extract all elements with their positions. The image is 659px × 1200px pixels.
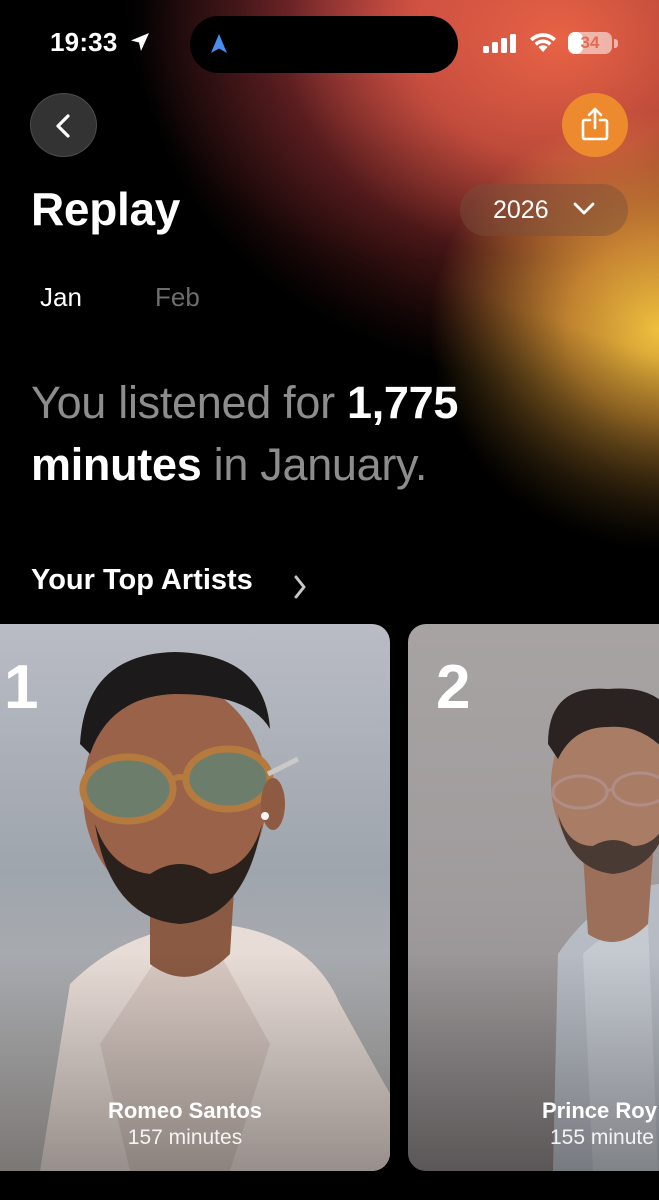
artist-minutes: 157 minutes [127,1126,243,1149]
summary-text-1: You listened for [31,377,347,428]
year-picker[interactable]: 2026 [460,184,628,236]
navigation-icon [211,34,227,53]
location-arrow-icon [131,33,149,51]
share-icon [581,107,609,141]
artist-name: Prince Roy [542,1098,657,1123]
artist-name: Romeo Santos [107,1098,263,1123]
page-title: Replay [31,183,181,235]
share-button[interactable] [562,93,628,157]
wifi-icon [530,33,556,52]
dynamic-island[interactable] [190,16,458,73]
cellular-signal-icon [483,34,516,53]
battery-icon: 34 [568,32,612,54]
summary-minutes: 1,775 [346,377,459,428]
artist-card[interactable]: 2 Prince Roy 155 minute [408,624,659,1171]
chevron-right-icon [294,575,306,599]
back-button[interactable] [30,93,97,157]
tab-feb[interactable]: Feb [155,282,200,313]
artist-rank: 2 [436,653,471,722]
battery-percent: 34 [580,33,600,52]
tab-jan[interactable]: Jan [40,282,82,313]
summary-unit: minutes [31,439,202,490]
replay-screen: 19:33 34 Replay 2026 Jan Feb You listene… [0,0,659,1200]
summary-text-2: in January. [201,439,428,490]
battery-cap [614,39,618,48]
chevron-left-icon [56,114,70,138]
year-label: 2026 [493,196,549,224]
artist-card[interactable]: 1 Romeo Santos 157 minutes [0,624,390,1171]
status-time: 19:33 [50,27,118,57]
top-artists-link[interactable]: Your Top Artists [31,564,306,604]
artist-minutes: 155 minute [550,1126,654,1149]
artist-rank: 1 [4,653,39,722]
chevron-down-icon [573,202,595,215]
section-title: Your Top Artists [31,564,253,596]
listening-summary: You listened for 1,775 minutes in January… [31,372,591,496]
artist-photo [0,624,390,1171]
status-bar: 19:33 34 [0,0,659,90]
